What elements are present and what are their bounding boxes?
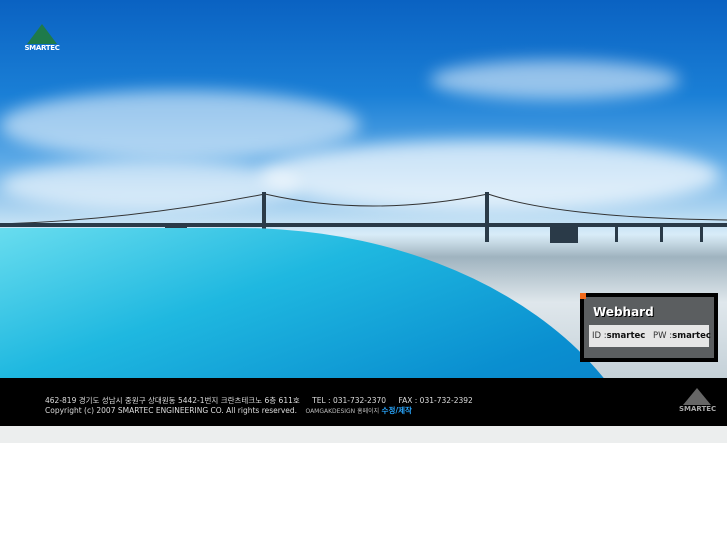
smartec-logo[interactable]: SMARTEC — [24, 24, 60, 52]
designer-credit: OAMGAKDESIGN 홈페이지 — [305, 408, 380, 415]
copyright: Copyright (c) 2007 SMARTEC ENGINEERING C… — [45, 406, 298, 415]
webhard-credentials: ID :smartec PW :smartec — [589, 325, 711, 347]
fax: FAX : 031-732-2392 — [398, 396, 473, 405]
logo-text: SMARTEC — [24, 44, 60, 52]
design-link[interactable]: 수정/제작 — [382, 406, 412, 415]
footer-logo-mountain-icon — [683, 388, 711, 405]
logo-mountain-icon — [27, 24, 57, 44]
id-label: ID : — [592, 331, 607, 341]
telephone: TEL : 031-732-2370 — [312, 396, 387, 405]
address: 462-819 경기도 성남시 중원구 상대원동 5442-1번지 크란츠테크노… — [45, 396, 300, 405]
webhard-box[interactable]: Webhard ID :smartec PW :smartec — [580, 293, 718, 362]
webhard-title: Webhard — [593, 305, 654, 319]
wave-graphic — [0, 228, 660, 378]
footer-logo: SMARTEC — [679, 388, 717, 413]
footer-logo-text: SMARTEC — [679, 405, 717, 413]
cloud — [430, 60, 680, 100]
corner-accent — [580, 293, 586, 299]
pw-label: PW : — [653, 331, 673, 341]
pw-value: smartec — [672, 331, 711, 341]
id-value: smartec — [606, 331, 646, 341]
bottom-band — [0, 426, 727, 443]
cloud — [0, 90, 360, 160]
footer: 462-819 경기도 성남시 중원구 상대원동 5442-1번지 크란츠테크노… — [0, 378, 727, 426]
footer-copyright-line: Copyright (c) 2007 SMARTEC ENGINEERING C… — [45, 405, 412, 416]
